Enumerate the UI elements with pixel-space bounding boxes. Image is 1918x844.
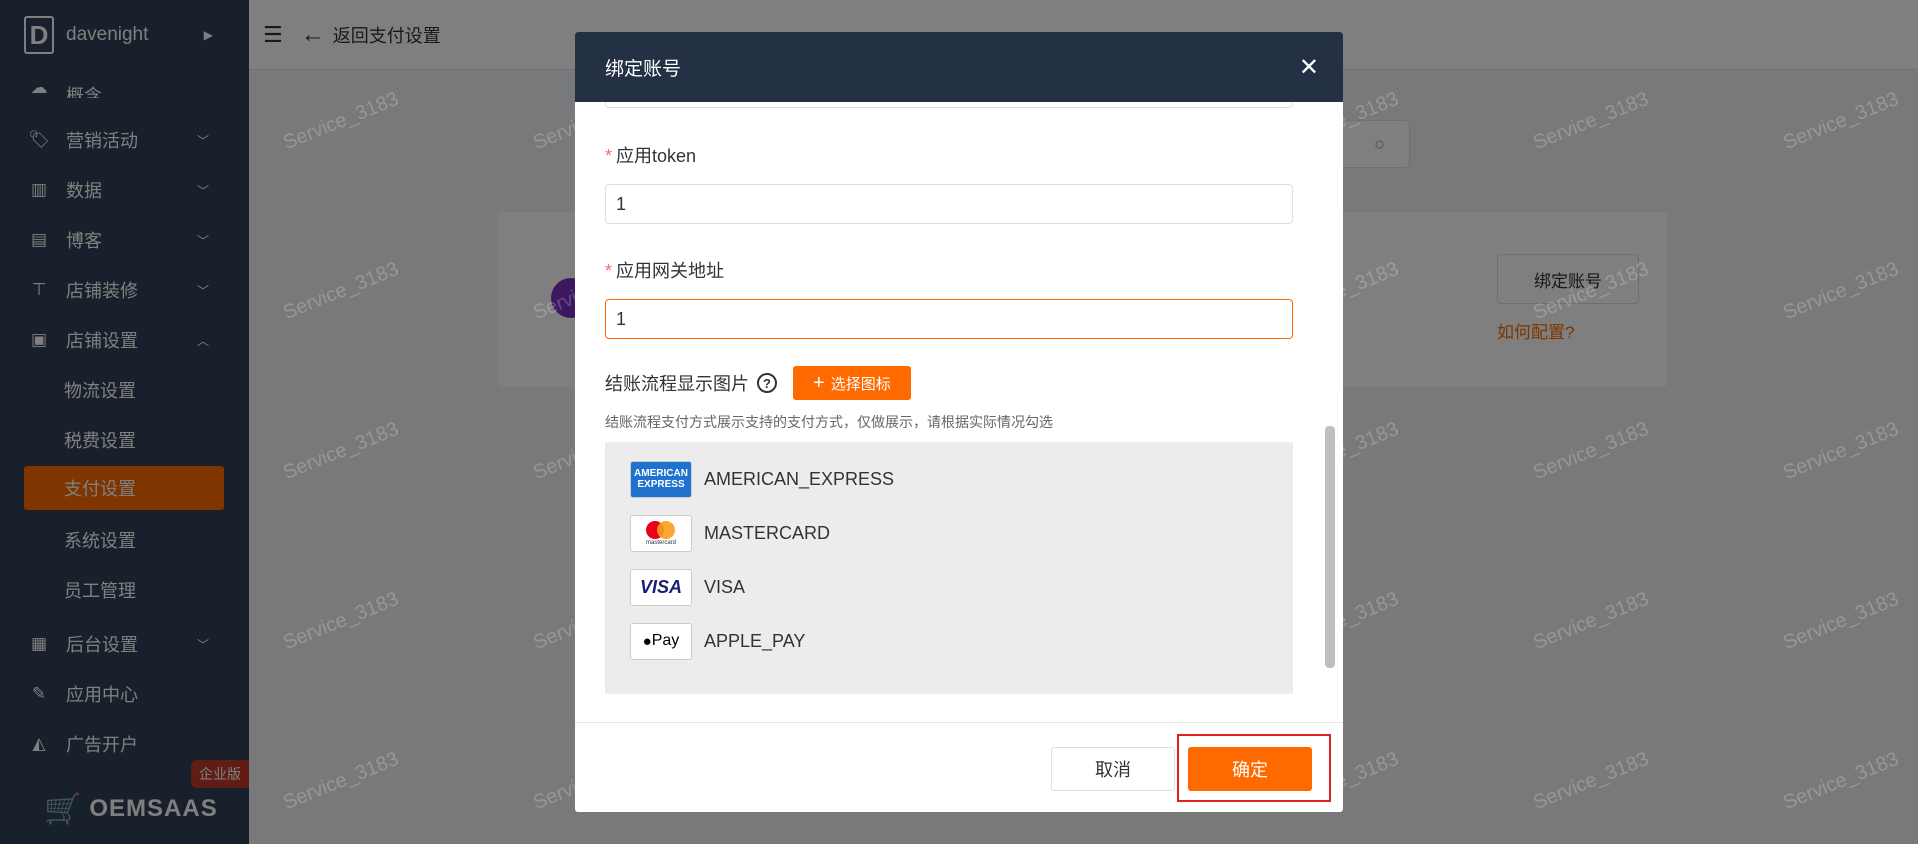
checkout-image-label: 结账流程显示图片	[605, 374, 749, 394]
card-name: AMERICAN_EXPRESS	[704, 468, 895, 489]
amex-logo: AMERICAN EXPRESS	[630, 460, 692, 498]
checkout-image-row: 结账流程显示图片 ? + 选择图标	[605, 366, 911, 400]
mastercard-logo: mastercard	[630, 514, 692, 552]
dialog-body: *应用token *应用网关地址 结账流程显示图片 ? + 选择图标 结账流程支…	[575, 102, 1343, 722]
dialog-header: 绑定账号 ✕	[575, 32, 1343, 102]
checkout-image-hint: 结账流程支付方式展示支持的支付方式，仅做展示，请根据实际情况勾选	[605, 414, 1053, 430]
close-icon[interactable]: ✕	[1299, 53, 1319, 82]
token-input[interactable]	[605, 184, 1293, 224]
select-icon-button[interactable]: + 选择图标	[793, 366, 911, 400]
confirm-highlight-box	[1177, 734, 1331, 802]
bind-account-dialog: 绑定账号 ✕ *应用token *应用网关地址 结账流程显示图片 ? + 选择图…	[575, 32, 1343, 812]
cancel-button[interactable]: 取消	[1051, 747, 1175, 791]
help-icon[interactable]: ?	[757, 373, 777, 393]
applepay-logo: ● Pay	[630, 622, 692, 660]
list-item[interactable]: ● Pay APPLE_PAY	[630, 622, 805, 660]
gateway-label: * 应用网关地址	[605, 261, 725, 281]
dialog-title: 绑定账号	[605, 58, 682, 80]
card-name: MASTERCARD	[704, 522, 831, 543]
token-label: * 应用token	[605, 146, 697, 166]
gateway-input[interactable]	[605, 299, 1293, 339]
list-item[interactable]: AMERICAN EXPRESS AMERICAN_EXPRESS	[630, 460, 894, 498]
partial-input[interactable]	[605, 102, 1293, 108]
payment-card-list: AMERICAN EXPRESS AMERICAN_EXPRESS master…	[605, 442, 1293, 694]
card-name: VISA	[704, 576, 746, 597]
list-item[interactable]: mastercard MASTERCARD	[630, 514, 830, 552]
card-name: APPLE_PAY	[704, 630, 806, 651]
apple-icon: ●	[642, 632, 652, 650]
list-item[interactable]: VISA VISA	[630, 568, 745, 606]
visa-logo: VISA	[630, 568, 692, 606]
dialog-scrollbar[interactable]	[1325, 426, 1335, 668]
plus-icon: +	[813, 371, 825, 394]
